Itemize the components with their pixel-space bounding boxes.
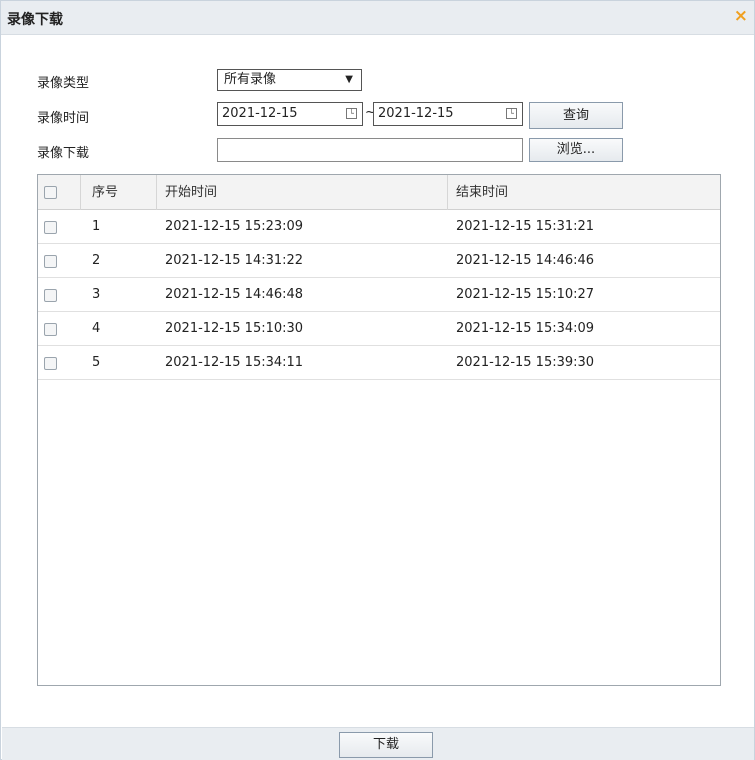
- close-icon[interactable]: ×: [734, 6, 748, 26]
- end-date-input[interactable]: 2021-12-15 └: [373, 102, 523, 126]
- browse-button[interactable]: 浏览...: [529, 138, 623, 162]
- row-checkbox[interactable]: [44, 323, 57, 336]
- row-checkbox[interactable]: [44, 289, 57, 302]
- start-date-input[interactable]: 2021-12-15 └: [217, 102, 363, 126]
- row-checkbox[interactable]: [44, 255, 57, 268]
- record-download-label: 录像下载: [37, 146, 90, 161]
- column-header-start-time: 开始时间: [165, 185, 218, 200]
- row-end-time: 2021-12-15 15:31:21: [456, 219, 595, 234]
- row-start-time: 2021-12-15 14:31:22: [165, 253, 304, 268]
- row-end-time: 2021-12-15 15:34:09: [456, 321, 595, 336]
- table-row[interactable]: 5 2021-12-15 15:34:11 2021-12-15 15:39:3…: [38, 346, 720, 380]
- row-checkbox[interactable]: [44, 221, 57, 234]
- calendar-icon[interactable]: └: [346, 108, 357, 119]
- select-all-checkbox[interactable]: [44, 186, 57, 199]
- row-start-time: 2021-12-15 15:34:11: [165, 355, 304, 370]
- row-end-time: 2021-12-15 15:10:27: [456, 287, 595, 302]
- start-date-value: 2021-12-15: [222, 106, 298, 121]
- row-index: 2: [92, 253, 101, 268]
- table-row[interactable]: 3 2021-12-15 14:46:48 2021-12-15 15:10:2…: [38, 278, 720, 312]
- table-row[interactable]: 4 2021-12-15 15:10:30 2021-12-15 15:34:0…: [38, 312, 720, 346]
- dialog-title: 录像下载: [7, 12, 63, 28]
- row-end-time: 2021-12-15 15:39:30: [456, 355, 595, 370]
- save-path-input[interactable]: [217, 138, 523, 162]
- query-button[interactable]: 查询: [529, 102, 623, 129]
- record-time-label: 录像时间: [37, 111, 90, 126]
- end-date-value: 2021-12-15: [378, 106, 454, 121]
- dropdown-arrow-icon: ▼: [345, 74, 353, 85]
- row-index: 3: [92, 287, 101, 302]
- row-index: 4: [92, 321, 101, 336]
- table-row[interactable]: 2 2021-12-15 14:31:22 2021-12-15 14:46:4…: [38, 244, 720, 278]
- row-start-time: 2021-12-15 15:23:09: [165, 219, 304, 234]
- title-bar: 录像下载 ×: [1, 1, 754, 35]
- record-type-select[interactable]: 所有录像 ▼: [217, 69, 362, 91]
- calendar-icon[interactable]: └: [506, 108, 517, 119]
- column-header-index: 序号: [92, 185, 119, 200]
- table-row[interactable]: 1 2021-12-15 15:23:09 2021-12-15 15:31:2…: [38, 210, 720, 244]
- column-header-end-time: 结束时间: [456, 185, 509, 200]
- table-header: 序号 开始时间 结束时间: [38, 175, 720, 210]
- row-start-time: 2021-12-15 14:46:48: [165, 287, 304, 302]
- record-download-dialog: 录像下载 × 录像类型 所有录像 ▼ 录像时间 2021-12-15 └ ~ 2…: [0, 0, 755, 760]
- record-table: 序号 开始时间 结束时间 1 2021-12-15 15:23:09 2021-…: [37, 174, 721, 686]
- row-index: 5: [92, 355, 101, 370]
- record-type-label: 录像类型: [37, 76, 90, 91]
- row-end-time: 2021-12-15 14:46:46: [456, 253, 595, 268]
- row-checkbox[interactable]: [44, 357, 57, 370]
- row-index: 1: [92, 219, 101, 234]
- record-type-value: 所有录像: [224, 72, 277, 87]
- row-start-time: 2021-12-15 15:10:30: [165, 321, 304, 336]
- download-button[interactable]: 下载: [339, 732, 433, 758]
